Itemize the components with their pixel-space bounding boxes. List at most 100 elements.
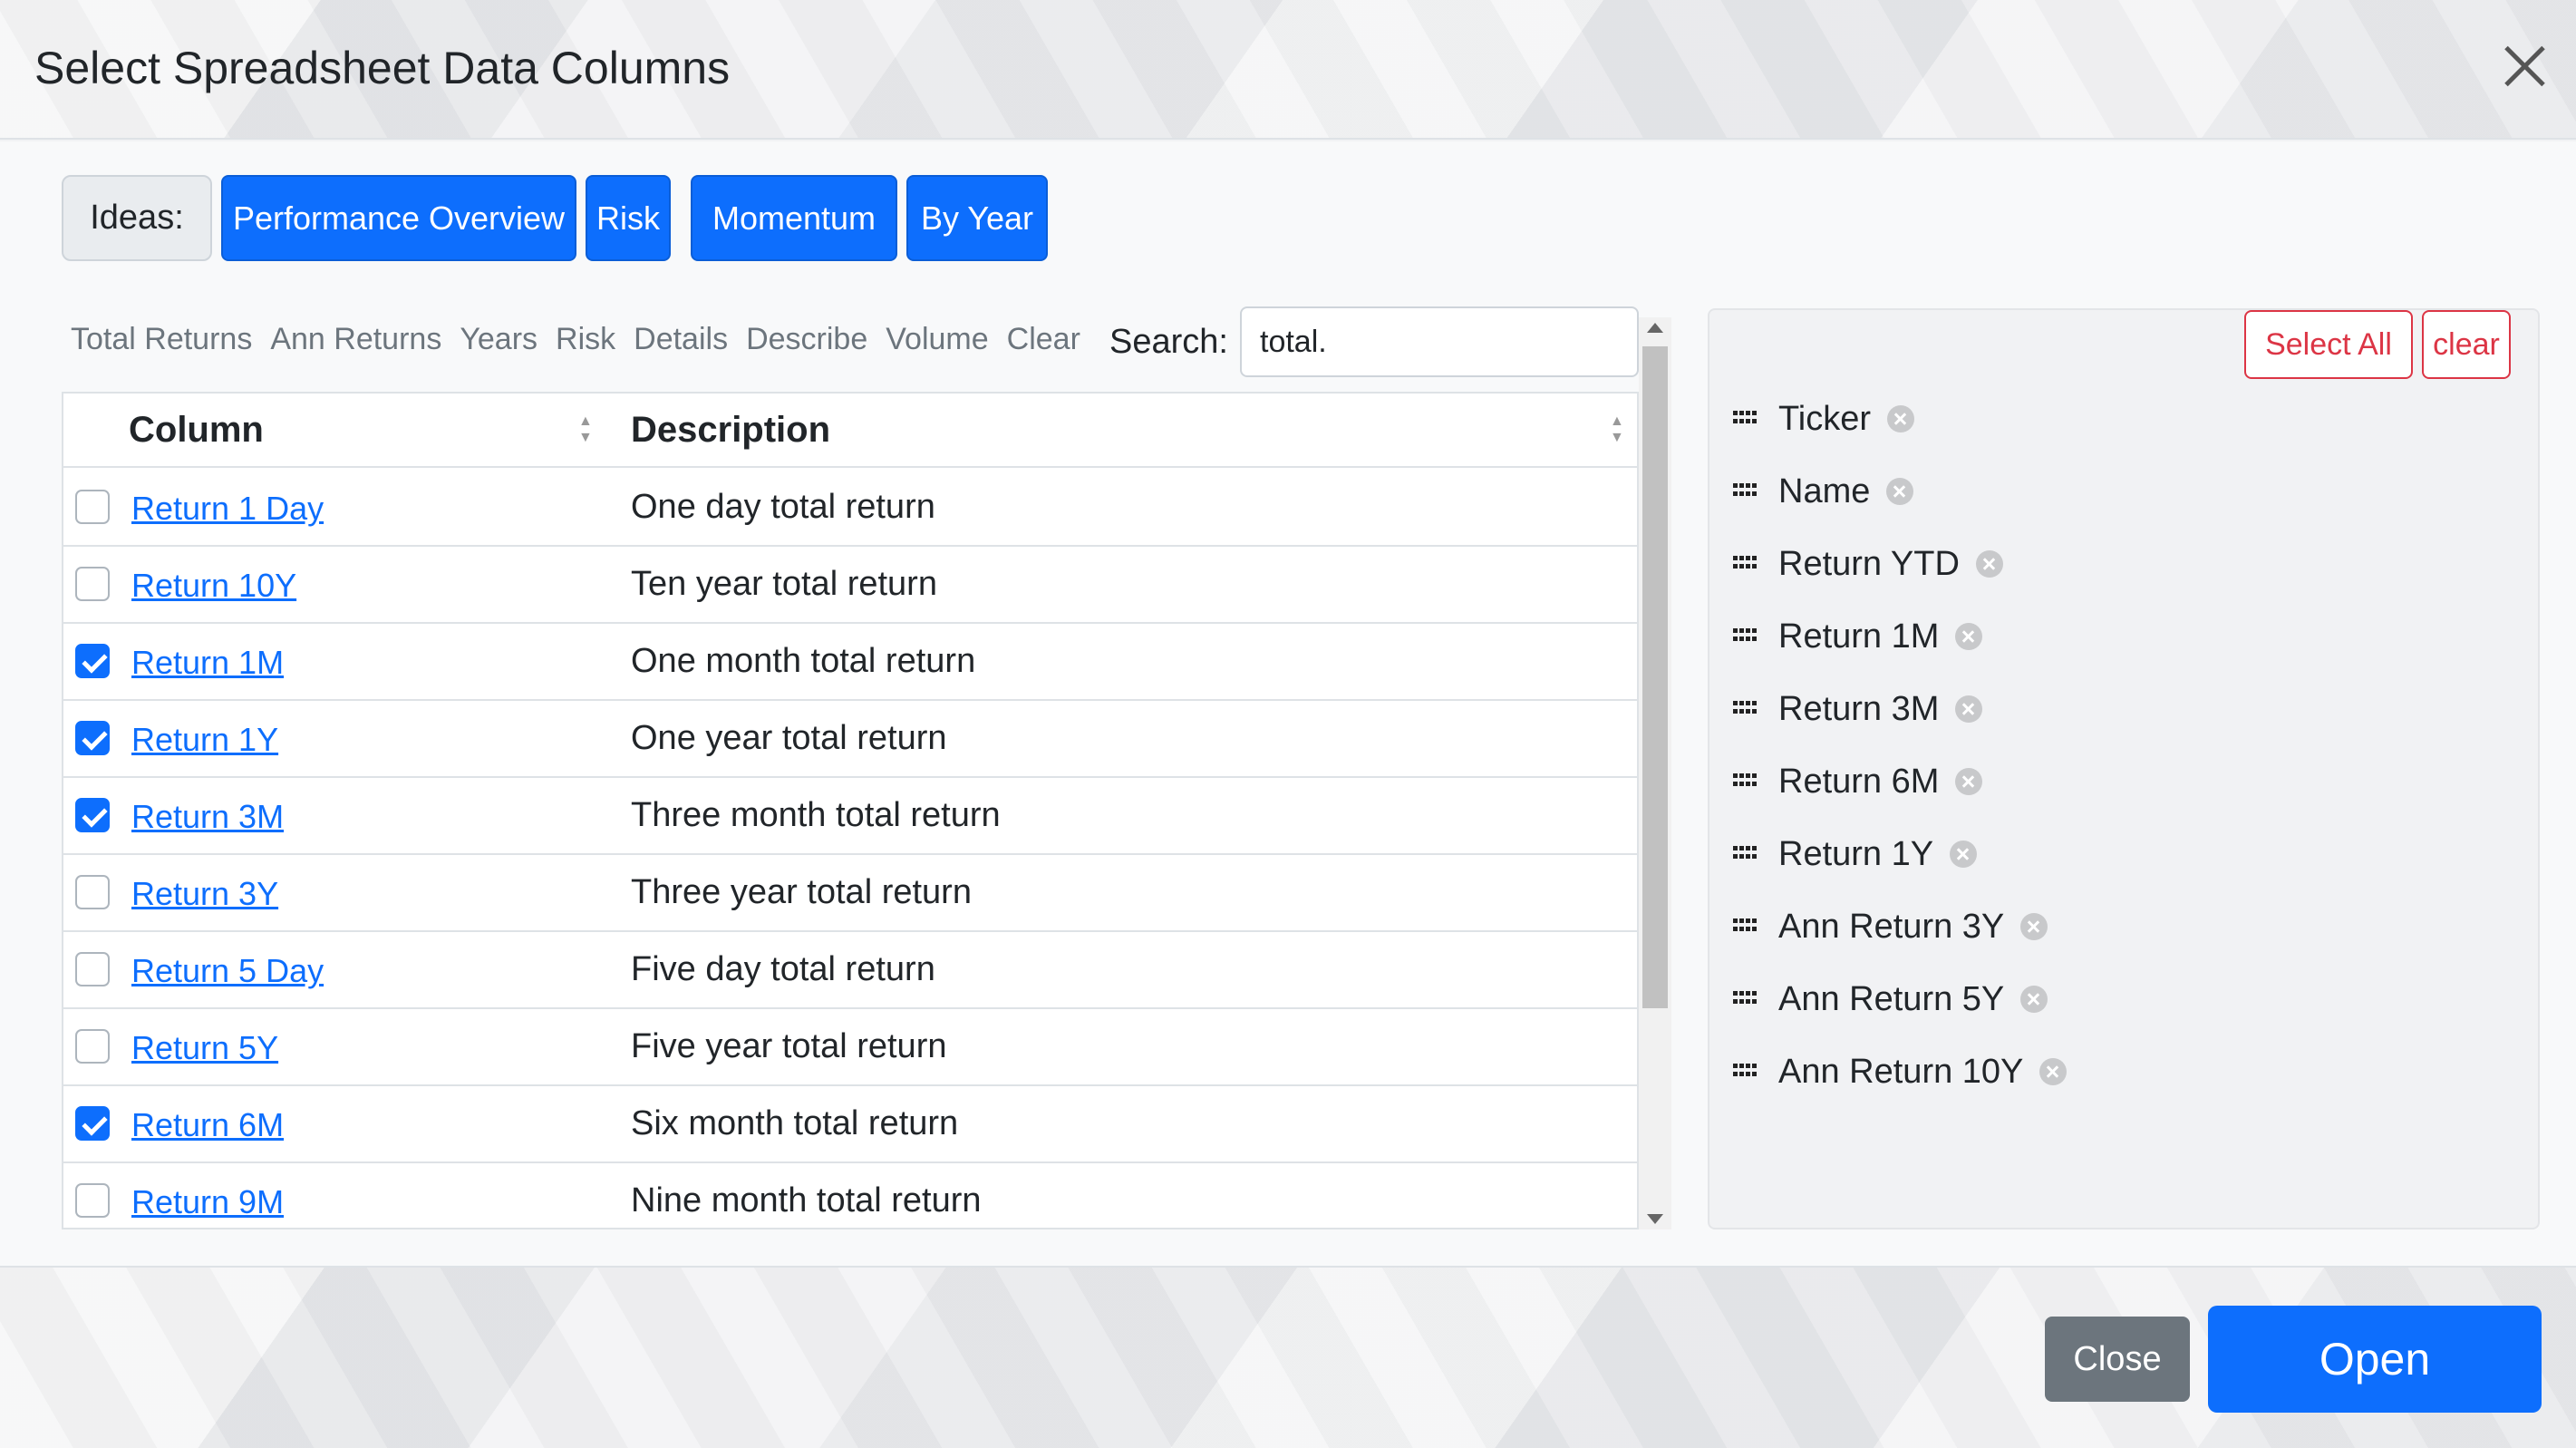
selected-column-label: Ann Return 3Y [1778,907,2005,946]
table-row: Return 10Y Ten year total return [63,547,1637,624]
remove-icon[interactable] [1955,768,1983,795]
clear-button[interactable]: clear [2422,310,2511,379]
selected-column-label: Ann Return 10Y [1778,1052,2024,1091]
selected-column-label: Ann Return 5Y [1778,979,2005,1018]
remove-icon[interactable] [1955,623,1983,650]
table-row: Return 3Y Three year total return [63,855,1637,932]
selected-column-item[interactable]: Return 1Y [1733,827,1978,881]
drag-handle-icon[interactable] [1733,846,1757,862]
selected-column-label: Return 1Y [1778,834,1934,873]
drag-handle-icon[interactable] [1733,1064,1757,1080]
filter-describe[interactable]: Describe [746,322,867,357]
column-header[interactable]: Column ▲ ▼ [63,394,607,468]
drag-handle-icon[interactable] [1733,483,1757,500]
close-icon[interactable] [2494,36,2554,96]
sort-icon: ▲ ▼ [578,413,593,445]
selected-column-item[interactable]: Return YTD [1733,537,2003,591]
idea-risk-button[interactable]: Risk [586,175,671,261]
column-description: Ten year total return [631,565,937,603]
remove-icon[interactable] [1975,550,2003,578]
row-checkbox[interactable] [75,721,110,755]
column-description: Five day total return [631,950,935,988]
drag-handle-icon[interactable] [1733,411,1757,427]
selected-column-item[interactable]: Return 3M [1733,682,1983,736]
ideas-label: Ideas: [62,175,212,261]
row-checkbox[interactable] [75,798,110,832]
remove-icon[interactable] [2039,1058,2068,1085]
row-checkbox[interactable] [75,952,110,986]
column-link[interactable]: Return 1M [131,644,284,682]
filter-clear[interactable]: Clear [1007,322,1080,357]
remove-icon[interactable] [1950,841,1978,868]
selected-column-item[interactable]: Return 6M [1733,754,1983,809]
drag-handle-icon[interactable] [1733,991,1757,1007]
column-link[interactable]: Return 9M [131,1183,284,1221]
remove-icon[interactable] [1886,478,1914,505]
drag-handle-icon[interactable] [1733,773,1757,790]
column-description: One year total return [631,719,947,757]
idea-momentum-button[interactable]: Momentum [691,175,897,261]
idea-performance-overview-button[interactable]: Performance Overview [221,175,576,261]
row-checkbox[interactable] [75,1106,110,1141]
idea-by-year-button[interactable]: By Year [906,175,1048,261]
selected-column-item[interactable]: Name [1733,464,1914,519]
column-link[interactable]: Return 6M [131,1106,284,1144]
table-scrollbar[interactable] [1639,317,1671,1229]
column-description: Three month total return [631,796,1001,834]
row-checkbox[interactable] [75,875,110,909]
scroll-up-icon[interactable] [1647,323,1663,333]
table-row: Return 5 Day Five day total return [63,932,1637,1009]
filter-volume[interactable]: Volume [886,322,988,357]
column-link[interactable]: Return 3Y [131,875,278,913]
table-row: Return 1Y One year total return [63,701,1637,778]
selected-column-label: Return YTD [1778,544,1960,583]
scroll-down-icon[interactable] [1647,1214,1663,1224]
table-row: Return 3M Three month total return [63,778,1637,855]
row-checkbox[interactable] [75,1029,110,1064]
column-link[interactable]: Return 5Y [131,1029,278,1067]
select-all-button[interactable]: Select All [2244,310,2413,379]
table-row: Return 1 Day One day total return [63,470,1637,547]
remove-icon[interactable] [2020,913,2048,940]
column-link[interactable]: Return 1Y [131,721,278,759]
filter-risk[interactable]: Risk [556,322,615,357]
remove-icon[interactable] [1887,405,1915,432]
column-link[interactable]: Return 5 Day [131,952,324,990]
column-header-label: Column [129,409,264,450]
table-row: Return 5Y Five year total return [63,1009,1637,1086]
filter-total-returns[interactable]: Total Returns [71,322,252,357]
column-link[interactable]: Return 10Y [131,567,296,605]
drag-handle-icon[interactable] [1733,701,1757,717]
open-button[interactable]: Open [2208,1306,2542,1413]
column-link[interactable]: Return 3M [131,798,284,836]
drag-handle-icon[interactable] [1733,556,1757,572]
selected-column-item[interactable]: Ticker [1733,392,1915,446]
filter-years[interactable]: Years [460,322,537,357]
row-checkbox[interactable] [75,1183,110,1218]
search-input[interactable] [1240,306,1639,377]
row-checkbox[interactable] [75,567,110,601]
drag-handle-icon[interactable] [1733,918,1757,935]
selected-column-item[interactable]: Ann Return 5Y [1733,972,2048,1026]
scroll-thumb[interactable] [1642,346,1668,1008]
row-checkbox[interactable] [75,644,110,678]
selected-column-item[interactable]: Return 1M [1733,609,1983,664]
description-header-label: Description [631,409,831,450]
column-description: Five year total return [631,1027,947,1065]
remove-icon[interactable] [1955,695,1983,723]
selected-column-item[interactable]: Ann Return 3Y [1733,899,2048,954]
filter-ann-returns[interactable]: Ann Returns [270,322,441,357]
selected-column-item[interactable]: Ann Return 10Y [1733,1045,2068,1099]
filter-links: Total Returns Ann Returns Years Risk Det… [71,322,1080,357]
search-label: Search: [1109,323,1228,361]
row-checkbox[interactable] [75,490,110,524]
filter-details[interactable]: Details [634,322,728,357]
remove-icon[interactable] [2020,986,2048,1013]
column-link[interactable]: Return 1 Day [131,490,324,528]
selected-column-label: Name [1778,471,1871,510]
drag-handle-icon[interactable] [1733,628,1757,645]
close-button[interactable]: Close [2045,1317,2190,1402]
column-description: One month total return [631,642,976,680]
table-row: Return 1M One month total return [63,624,1637,701]
description-header[interactable]: Description ▲ ▼ [607,394,1637,468]
